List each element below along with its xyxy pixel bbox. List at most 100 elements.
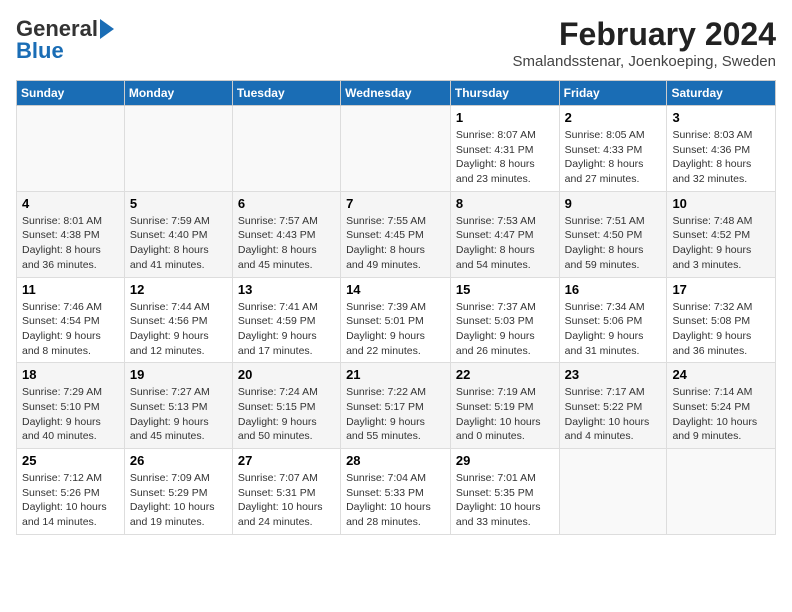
calendar-cell: 9 Sunrise: 7:51 AM Sunset: 4:50 PM Daylig… bbox=[559, 191, 667, 277]
calendar-week-row: 1 Sunrise: 8:07 AM Sunset: 4:31 PM Daylig… bbox=[17, 106, 776, 192]
calendar-cell: 13 Sunrise: 7:41 AM Sunset: 4:59 PM Dayli… bbox=[232, 277, 340, 363]
day-number: 28 bbox=[346, 453, 445, 468]
day-number: 8 bbox=[456, 196, 554, 211]
calendar-cell: 12 Sunrise: 7:44 AM Sunset: 4:56 PM Dayli… bbox=[124, 277, 232, 363]
calendar-cell: 25 Sunrise: 7:12 AM Sunset: 5:26 PM Dayli… bbox=[17, 449, 125, 535]
calendar-week-row: 4Sunrise: 8:01 AM Sunset: 4:38 PM Daylig… bbox=[17, 191, 776, 277]
calendar-cell: 27 Sunrise: 7:07 AM Sunset: 5:31 PM Dayli… bbox=[232, 449, 340, 535]
calendar-week-row: 11Sunrise: 7:46 AM Sunset: 4:54 PM Dayli… bbox=[17, 277, 776, 363]
calendar-title: February 2024 bbox=[512, 16, 776, 53]
logo-arrow-icon bbox=[100, 19, 114, 39]
day-info: Sunrise: 7:37 AM Sunset: 5:03 PM Dayligh… bbox=[456, 300, 554, 359]
day-info: Sunrise: 7:14 AM Sunset: 5:24 PM Dayligh… bbox=[672, 385, 770, 444]
day-info: Sunrise: 7:22 AM Sunset: 5:17 PM Dayligh… bbox=[346, 385, 445, 444]
day-number: 23 bbox=[565, 367, 662, 382]
day-number: 24 bbox=[672, 367, 770, 382]
day-info: Sunrise: 7:24 AM Sunset: 5:15 PM Dayligh… bbox=[238, 385, 335, 444]
calendar-table: SundayMondayTuesdayWednesdayThursdayFrid… bbox=[16, 80, 776, 535]
day-info: Sunrise: 7:07 AM Sunset: 5:31 PM Dayligh… bbox=[238, 471, 335, 530]
day-number: 12 bbox=[130, 282, 227, 297]
calendar-cell: 28 Sunrise: 7:04 AM Sunset: 5:33 PM Dayli… bbox=[341, 449, 451, 535]
calendar-cell: 21 Sunrise: 7:22 AM Sunset: 5:17 PM Dayli… bbox=[341, 363, 451, 449]
day-info: Sunrise: 7:01 AM Sunset: 5:35 PM Dayligh… bbox=[456, 471, 554, 530]
calendar-cell: 19Sunrise: 7:27 AM Sunset: 5:13 PM Dayli… bbox=[124, 363, 232, 449]
calendar-cell: 18 Sunrise: 7:29 AM Sunset: 5:10 PM Dayli… bbox=[17, 363, 125, 449]
title-block: February 2024 Smalandsstenar, Joenkoepin… bbox=[512, 16, 776, 70]
calendar-cell: 3Sunrise: 8:03 AM Sunset: 4:36 PM Daylig… bbox=[667, 106, 776, 192]
day-info: Sunrise: 7:48 AM Sunset: 4:52 PM Dayligh… bbox=[672, 214, 770, 273]
day-info: Sunrise: 7:04 AM Sunset: 5:33 PM Dayligh… bbox=[346, 471, 445, 530]
day-info: Sunrise: 8:05 AM Sunset: 4:33 PM Dayligh… bbox=[565, 128, 662, 187]
day-info: Sunrise: 7:44 AM Sunset: 4:56 PM Dayligh… bbox=[130, 300, 227, 359]
day-number: 7 bbox=[346, 196, 445, 211]
calendar-cell: 2 Sunrise: 8:05 AM Sunset: 4:33 PM Daylig… bbox=[559, 106, 667, 192]
calendar-cell: 11Sunrise: 7:46 AM Sunset: 4:54 PM Dayli… bbox=[17, 277, 125, 363]
day-info: Sunrise: 8:03 AM Sunset: 4:36 PM Dayligh… bbox=[672, 128, 770, 187]
day-info: Sunrise: 7:27 AM Sunset: 5:13 PM Dayligh… bbox=[130, 385, 227, 444]
day-info: Sunrise: 7:55 AM Sunset: 4:45 PM Dayligh… bbox=[346, 214, 445, 273]
day-info: Sunrise: 7:09 AM Sunset: 5:29 PM Dayligh… bbox=[130, 471, 227, 530]
calendar-cell bbox=[667, 449, 776, 535]
day-number: 6 bbox=[238, 196, 335, 211]
calendar-cell: 26 Sunrise: 7:09 AM Sunset: 5:29 PM Dayli… bbox=[124, 449, 232, 535]
calendar-cell: 5 Sunrise: 7:59 AM Sunset: 4:40 PM Daylig… bbox=[124, 191, 232, 277]
calendar-cell bbox=[124, 106, 232, 192]
calendar-week-row: 18 Sunrise: 7:29 AM Sunset: 5:10 PM Dayli… bbox=[17, 363, 776, 449]
logo-blue: Blue bbox=[16, 38, 64, 64]
calendar-cell: 8 Sunrise: 7:53 AM Sunset: 4:47 PM Daylig… bbox=[450, 191, 559, 277]
calendar-cell: 29 Sunrise: 7:01 AM Sunset: 5:35 PM Dayli… bbox=[450, 449, 559, 535]
weekday-header: Thursday bbox=[450, 81, 559, 106]
day-number: 10 bbox=[672, 196, 770, 211]
calendar-cell: 7 Sunrise: 7:55 AM Sunset: 4:45 PM Daylig… bbox=[341, 191, 451, 277]
weekday-header-row: SundayMondayTuesdayWednesdayThursdayFrid… bbox=[17, 81, 776, 106]
day-info: Sunrise: 7:53 AM Sunset: 4:47 PM Dayligh… bbox=[456, 214, 554, 273]
calendar-cell: 20Sunrise: 7:24 AM Sunset: 5:15 PM Dayli… bbox=[232, 363, 340, 449]
day-number: 18 bbox=[22, 367, 119, 382]
day-number: 25 bbox=[22, 453, 119, 468]
day-info: Sunrise: 7:12 AM Sunset: 5:26 PM Dayligh… bbox=[22, 471, 119, 530]
day-info: Sunrise: 8:07 AM Sunset: 4:31 PM Dayligh… bbox=[456, 128, 554, 187]
weekday-header: Saturday bbox=[667, 81, 776, 106]
calendar-cell: 24 Sunrise: 7:14 AM Sunset: 5:24 PM Dayli… bbox=[667, 363, 776, 449]
day-info: Sunrise: 7:59 AM Sunset: 4:40 PM Dayligh… bbox=[130, 214, 227, 273]
day-info: Sunrise: 7:32 AM Sunset: 5:08 PM Dayligh… bbox=[672, 300, 770, 359]
day-number: 27 bbox=[238, 453, 335, 468]
day-number: 5 bbox=[130, 196, 227, 211]
calendar-subtitle: Smalandsstenar, Joenkoeping, Sweden bbox=[512, 53, 776, 70]
day-number: 1 bbox=[456, 110, 554, 125]
weekday-header: Wednesday bbox=[341, 81, 451, 106]
weekday-header: Tuesday bbox=[232, 81, 340, 106]
day-number: 13 bbox=[238, 282, 335, 297]
day-number: 16 bbox=[565, 282, 662, 297]
day-number: 15 bbox=[456, 282, 554, 297]
day-number: 22 bbox=[456, 367, 554, 382]
day-info: Sunrise: 7:51 AM Sunset: 4:50 PM Dayligh… bbox=[565, 214, 662, 273]
calendar-cell bbox=[559, 449, 667, 535]
calendar-cell: 14 Sunrise: 7:39 AM Sunset: 5:01 PM Dayli… bbox=[341, 277, 451, 363]
calendar-cell: 4Sunrise: 8:01 AM Sunset: 4:38 PM Daylig… bbox=[17, 191, 125, 277]
calendar-cell: 16Sunrise: 7:34 AM Sunset: 5:06 PM Dayli… bbox=[559, 277, 667, 363]
day-number: 11 bbox=[22, 282, 119, 297]
calendar-week-row: 25 Sunrise: 7:12 AM Sunset: 5:26 PM Dayli… bbox=[17, 449, 776, 535]
calendar-cell bbox=[17, 106, 125, 192]
day-info: Sunrise: 8:01 AM Sunset: 4:38 PM Dayligh… bbox=[22, 214, 119, 273]
calendar-cell bbox=[232, 106, 340, 192]
calendar-cell: 1 Sunrise: 8:07 AM Sunset: 4:31 PM Daylig… bbox=[450, 106, 559, 192]
day-number: 9 bbox=[565, 196, 662, 211]
weekday-header: Friday bbox=[559, 81, 667, 106]
day-number: 26 bbox=[130, 453, 227, 468]
day-info: Sunrise: 7:39 AM Sunset: 5:01 PM Dayligh… bbox=[346, 300, 445, 359]
day-info: Sunrise: 7:29 AM Sunset: 5:10 PM Dayligh… bbox=[22, 385, 119, 444]
calendar-cell: 15 Sunrise: 7:37 AM Sunset: 5:03 PM Dayli… bbox=[450, 277, 559, 363]
day-number: 21 bbox=[346, 367, 445, 382]
day-number: 14 bbox=[346, 282, 445, 297]
calendar-cell: 17Sunrise: 7:32 AM Sunset: 5:08 PM Dayli… bbox=[667, 277, 776, 363]
day-info: Sunrise: 7:41 AM Sunset: 4:59 PM Dayligh… bbox=[238, 300, 335, 359]
calendar-cell: 6Sunrise: 7:57 AM Sunset: 4:43 PM Daylig… bbox=[232, 191, 340, 277]
weekday-header: Monday bbox=[124, 81, 232, 106]
weekday-header: Sunday bbox=[17, 81, 125, 106]
day-number: 2 bbox=[565, 110, 662, 125]
day-number: 29 bbox=[456, 453, 554, 468]
day-info: Sunrise: 7:17 AM Sunset: 5:22 PM Dayligh… bbox=[565, 385, 662, 444]
calendar-cell bbox=[341, 106, 451, 192]
